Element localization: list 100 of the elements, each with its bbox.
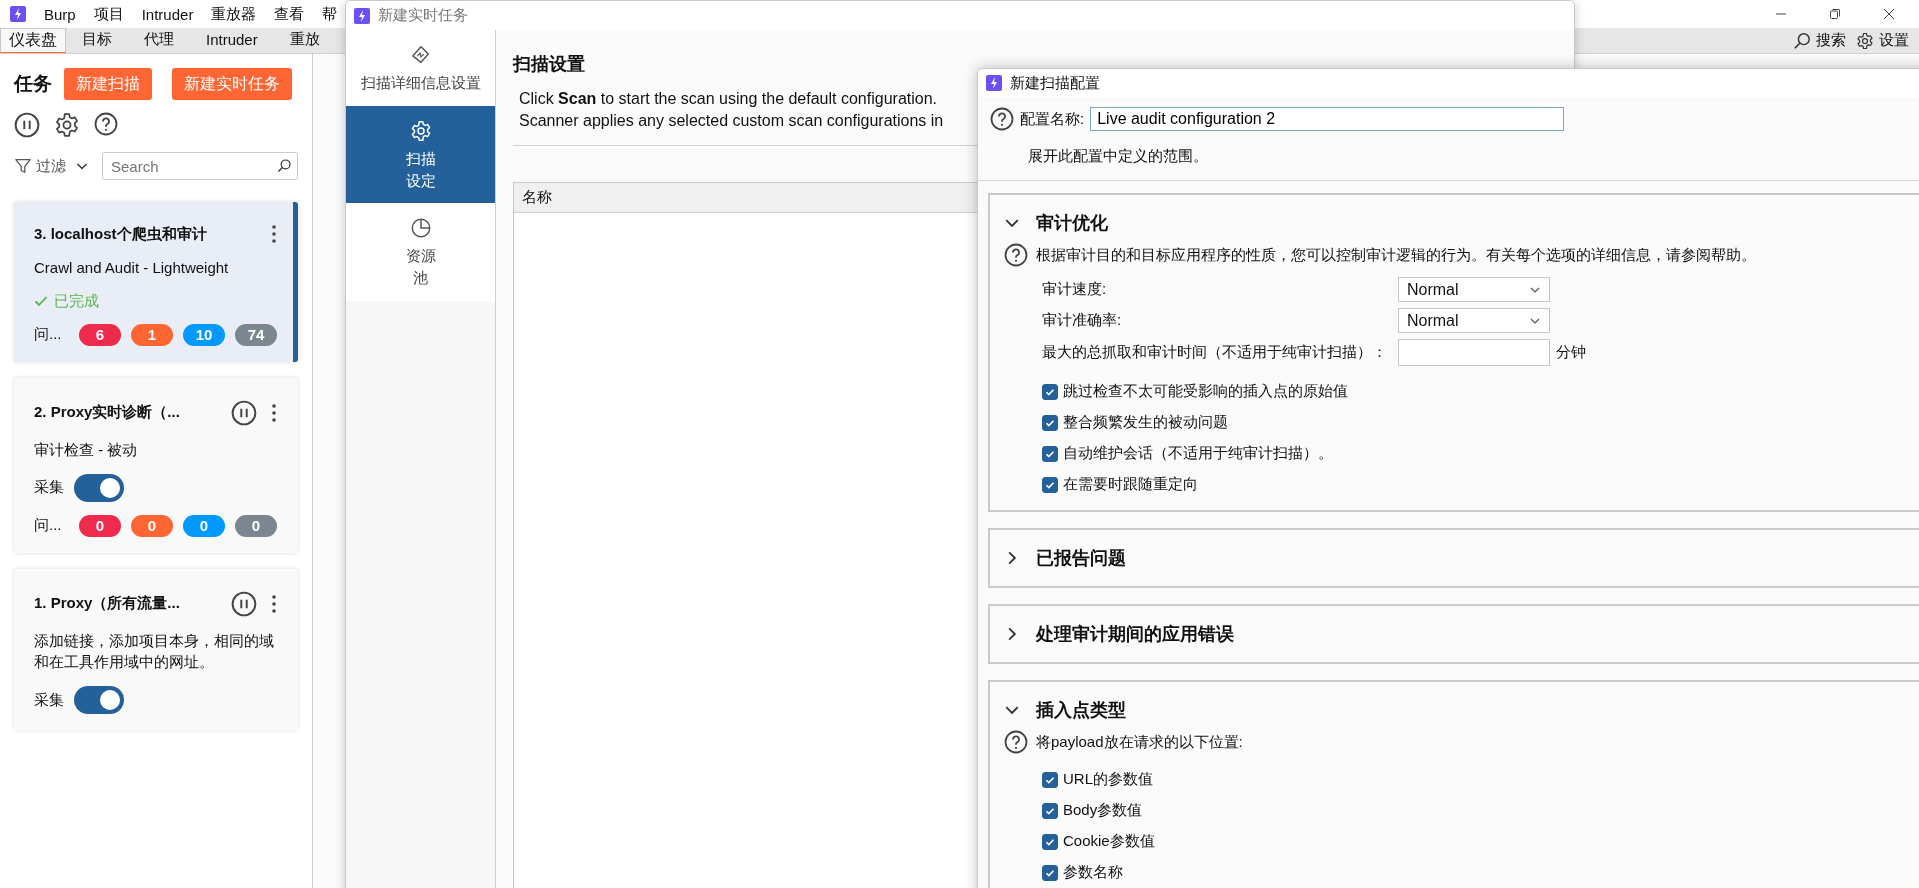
checkbox[interactable] [1042, 476, 1058, 493]
menu-item[interactable]: 重放器 [211, 4, 257, 24]
task-card[interactable]: 1. Proxy（所有流量... 添加链接，添加项目本身，相同的域和在工具作用域中的网址。 采集 [14, 568, 298, 730]
checkbox[interactable] [1042, 864, 1058, 881]
search-field[interactable]: Search [102, 152, 298, 180]
nav-item[interactable]: 扫描 设定 [346, 105, 495, 204]
tab[interactable]: 代理 [128, 28, 190, 53]
column-header[interactable]: 名称 [514, 187, 552, 207]
menu-item[interactable]: Intruder [141, 5, 194, 23]
more-icon[interactable] [271, 224, 277, 244]
tab[interactable]: 重放 [273, 28, 336, 53]
section-title[interactable]: 已报告问题 [1036, 546, 1126, 570]
checkbox[interactable] [1042, 445, 1058, 462]
capture-label: 采集 [34, 478, 64, 497]
issue-count[interactable]: 6 [79, 323, 121, 346]
checkbox[interactable] [1042, 383, 1058, 400]
toolbar-link[interactable]: 搜索 [1816, 31, 1846, 50]
settings-icon[interactable] [1856, 31, 1874, 50]
help-icon[interactable] [1004, 243, 1028, 267]
checkbox[interactable] [1042, 414, 1058, 431]
diamond-icon [409, 44, 432, 66]
task-card[interactable]: 2. Proxy实时诊断（... 审计检查 - 被动 采集 问... 0 0 0 0 [14, 377, 298, 553]
task-description: 审计检查 - 被动 [34, 439, 139, 460]
menu-item[interactable]: 项目 [93, 4, 124, 24]
capture-toggle[interactable] [74, 473, 124, 502]
config-name-label: 配置名称: [1020, 109, 1085, 129]
close-icon[interactable] [1883, 8, 1895, 20]
nav-label: 扫描详细信息设置 [360, 73, 481, 93]
pause-icon[interactable] [231, 590, 257, 617]
lightning-logo-icon [354, 7, 370, 24]
pie-chart-icon [409, 217, 432, 240]
nav-label: 扫描 设定 [405, 148, 436, 191]
issues-label: 问... [34, 516, 63, 535]
issue-count[interactable]: 74 [235, 323, 277, 346]
checkbox[interactable] [1042, 802, 1058, 819]
checkbox-label: Body参数值 [1063, 801, 1143, 820]
checkbox[interactable] [1042, 771, 1058, 788]
checkbox-label: 自动维护会话（不适用于纯审计扫描）。 [1063, 444, 1333, 463]
help-icon[interactable] [1004, 730, 1028, 754]
check-icon [34, 294, 48, 309]
unit-label: 分钟 [1556, 343, 1586, 362]
panel-title: 任务 [14, 72, 52, 96]
pause-icon[interactable] [231, 399, 257, 426]
settings-icon[interactable] [54, 112, 80, 138]
scope-note: 展开此配置中定义的范围。 [1028, 147, 1209, 166]
capture-toggle[interactable] [74, 686, 124, 714]
nav-label: 资源 池 [405, 246, 436, 288]
issue-count[interactable]: 0 [79, 514, 121, 537]
checkbox-label: 在需要时跟随重定向 [1063, 475, 1198, 494]
nav-item[interactable]: 扫描详细信息设置 [346, 30, 495, 106]
menu-item[interactable]: 帮 [322, 4, 338, 24]
dropdown[interactable]: Normal [1398, 277, 1550, 302]
more-icon[interactable] [271, 593, 277, 614]
scan-description: Click Scan to start the scan using the default configuration. Scanner applies any selected custom scan configurations in [519, 89, 944, 132]
tab[interactable]: 目标 [66, 28, 128, 53]
tab[interactable]: Intruder [190, 28, 274, 53]
checkbox-label: 跳过检查不太可能受影响的插入点的原始值 [1063, 382, 1348, 401]
more-icon[interactable] [271, 402, 277, 423]
menu-item[interactable]: 查看 [274, 4, 305, 24]
checkbox-label: Cookie参数值 [1063, 832, 1155, 851]
menu-item[interactable]: Burp [44, 5, 76, 23]
window-title: 新建实时任务 [378, 6, 468, 25]
task-card[interactable]: 3. localhost个爬虫和审计 Crawl and Audit - Lightweight 已完成 问... 6 1 10 74 [14, 202, 298, 362]
dropdown[interactable]: Normal [1398, 308, 1550, 333]
task-title: 1. Proxy（所有流量... [34, 594, 181, 613]
section-help-text: 将payload放在请求的以下位置: [1036, 732, 1243, 752]
pause-icon[interactable] [14, 112, 40, 138]
search-icon[interactable] [276, 158, 292, 174]
checkbox-label: 参数名称 [1063, 863, 1123, 882]
task-description: 添加链接，添加项目本身，相同的域和在工具作用域中的网址。 [34, 630, 275, 673]
section-title[interactable]: 插入点类型 [1036, 698, 1126, 722]
tab[interactable]: 仪表盘 [0, 28, 66, 53]
help-icon[interactable] [94, 112, 118, 136]
settings-icon[interactable] [409, 119, 432, 142]
section-title[interactable]: 审计优化 [1036, 211, 1108, 235]
help-icon[interactable] [990, 107, 1014, 131]
filter-icon[interactable] [14, 157, 32, 175]
checkbox[interactable] [1042, 833, 1058, 850]
section-help-text: 根据审计目的和目标应用程序的性质，您可以控制审计逻辑的行为。有关每个选项的详细信息，请参阅帮助。 [1036, 245, 1756, 265]
field-label: 审计速度: [1042, 280, 1108, 299]
capture-label: 采集 [34, 690, 64, 710]
checkbox-label: URL的参数值 [1063, 770, 1153, 789]
section-title[interactable]: 处理审计期间的应用错误 [1036, 622, 1234, 646]
filter-label[interactable]: 过滤 [36, 156, 66, 176]
dialog-title: 新建扫描配置 [1010, 73, 1100, 93]
task-description: Crawl and Audit - Lightweight [34, 258, 230, 278]
lightning-logo-icon [10, 6, 26, 22]
restore-icon[interactable] [1829, 8, 1841, 20]
nav-item[interactable]: 资源 池 [346, 203, 495, 301]
search-icon[interactable] [1793, 31, 1811, 50]
section-heading: 扫描设置 [513, 53, 586, 76]
minutes-field[interactable] [1398, 339, 1550, 366]
lightning-logo-icon [986, 75, 1002, 91]
checkbox-label: 整合频繁发生的被动问题 [1063, 413, 1228, 432]
config-name-field[interactable]: Live audit configuration 2 [1090, 107, 1565, 131]
issues-label: 问... [34, 325, 63, 345]
task-title: 2. Proxy实时诊断（... [34, 403, 181, 423]
issue-count[interactable]: 0 [235, 514, 277, 537]
task-title: 3. localhost个爬虫和审计 [34, 224, 208, 244]
toolbar-link[interactable]: 设置 [1879, 31, 1909, 50]
